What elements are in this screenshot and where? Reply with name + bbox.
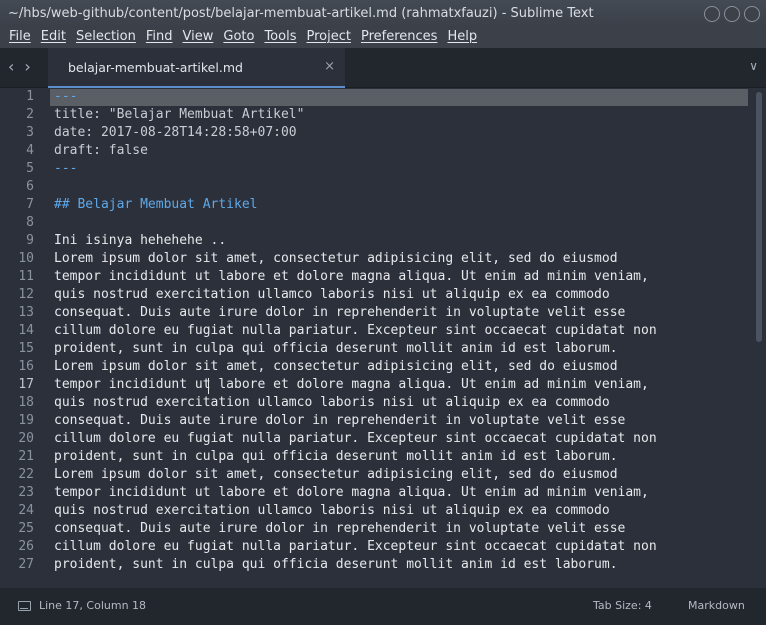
line-number: 17	[18, 377, 34, 392]
line-number: 3	[26, 125, 34, 140]
line-number: 7	[26, 197, 34, 212]
code-line: tempor incididunt ut labore et dolore ma…	[54, 377, 649, 392]
maximize-button[interactable]	[724, 6, 740, 22]
line-number: 14	[18, 323, 34, 338]
code-line: consequat. Duis aute irure dolor in repr…	[54, 413, 626, 428]
window-title: ~/hbs/web-github/content/post/belajar-me…	[8, 6, 594, 21]
close-icon[interactable]: ×	[324, 59, 335, 74]
code-line: quis nostrud exercitation ullamco labori…	[54, 287, 610, 302]
tab-belajar-membuat-artikel[interactable]: belajar-membuat-artikel.md ×	[48, 48, 345, 88]
code-line: tempor incididunt ut labore et dolore ma…	[54, 485, 649, 500]
line-number: 26	[18, 539, 34, 554]
tab-size-selector[interactable]: Tab Size: 4	[593, 599, 652, 612]
code-line: title: "Belajar Membuat Artikel"	[54, 107, 305, 122]
menu-project[interactable]: Project	[301, 28, 355, 48]
menu-preferences[interactable]: Preferences	[356, 28, 442, 48]
code-line: quis nostrud exercitation ullamco labori…	[54, 503, 610, 518]
line-number: 2	[26, 107, 34, 122]
line-number: 10	[18, 251, 34, 266]
menu-tools[interactable]: Tools	[259, 28, 301, 48]
close-window-button[interactable]	[744, 6, 760, 22]
line-number: 4	[26, 143, 34, 158]
menu-file[interactable]: File	[4, 28, 36, 48]
chevron-down-icon[interactable]: ∨	[749, 59, 758, 73]
line-number: 6	[26, 179, 34, 194]
menu-view[interactable]: View	[178, 28, 219, 48]
menu-selection[interactable]: Selection	[71, 28, 141, 48]
line-number: 1	[26, 89, 34, 104]
line-number: 9	[26, 233, 34, 248]
tab-bar: ‹ › belajar-membuat-artikel.md × ∨	[0, 48, 766, 88]
line-number: 21	[18, 449, 34, 464]
editor-pane[interactable]: 1 2 3 4 5 6 7 8 9 10 11 12 13 14 15 16 17 18 19 20 21 22 23 24 2…	[0, 88, 766, 588]
menu-goto[interactable]: Goto	[218, 28, 259, 48]
cursor-position: Line 17, Column 18	[39, 599, 147, 612]
code-line: proident, sunt in culpa qui officia dese…	[54, 557, 618, 572]
minimap-scrollbar[interactable]	[756, 92, 762, 342]
code-line: ---	[54, 89, 78, 104]
minimize-button[interactable]	[704, 6, 720, 22]
line-number: 19	[18, 413, 34, 428]
text-caret	[208, 378, 209, 394]
line-number: 20	[18, 431, 34, 446]
line-number: 11	[18, 269, 34, 284]
code-line: cillum dolore eu fugiat nulla pariatur. …	[54, 323, 657, 338]
code-line: cillum dolore eu fugiat nulla pariatur. …	[54, 431, 657, 446]
code-line: consequat. Duis aute irure dolor in repr…	[54, 521, 626, 536]
chevron-left-icon[interactable]: ‹	[8, 58, 14, 76]
menu-find[interactable]: Find	[141, 28, 178, 48]
code-line: proident, sunt in culpa qui officia dese…	[54, 449, 618, 464]
line-number: 5	[26, 161, 34, 176]
panel-toggle-icon[interactable]	[18, 601, 31, 611]
line-number: 18	[18, 395, 34, 410]
line-number: 27	[18, 557, 34, 572]
line-number: 25	[18, 521, 34, 536]
code-line: proident, sunt in culpa qui officia dese…	[54, 341, 618, 356]
menu-bar: File Edit Selection Find View Goto Tools…	[0, 28, 766, 48]
code-line: Lorem ipsum dolor sit amet, consectetur …	[54, 467, 618, 482]
code-line: cillum dolore eu fugiat nulla pariatur. …	[54, 539, 657, 554]
title-bar: ~/hbs/web-github/content/post/belajar-me…	[0, 0, 766, 28]
line-number: 16	[18, 359, 34, 374]
line-number: 23	[18, 485, 34, 500]
tab-label: belajar-membuat-artikel.md	[68, 60, 243, 75]
chevron-right-icon[interactable]: ›	[24, 58, 30, 76]
code-line: Lorem ipsum dolor sit amet, consectetur …	[54, 359, 618, 374]
line-number: 24	[18, 503, 34, 518]
code-line: quis nostrud exercitation ullamco labori…	[54, 395, 610, 410]
tab-navigation: ‹ ›	[8, 58, 31, 76]
code-line: ---	[54, 161, 78, 176]
code-line: tempor incididunt ut labore et dolore ma…	[54, 269, 649, 284]
menu-help[interactable]: Help	[442, 28, 482, 48]
line-number: 12	[18, 287, 34, 302]
line-number: 13	[18, 305, 34, 320]
code-line: Lorem ipsum dolor sit amet, consectetur …	[54, 251, 618, 266]
syntax-selector[interactable]: Markdown	[688, 599, 745, 612]
code-line: consequat. Duis aute irure dolor in repr…	[54, 305, 626, 320]
code-area[interactable]: --- title: "Belajar Membuat Artikel" date:…	[54, 88, 754, 574]
line-number-gutter: 1 2 3 4 5 6 7 8 9 10 11 12 13 14 15 16 17 18 19 20 21 22 23 24 2…	[0, 88, 44, 588]
line-number: 8	[26, 215, 34, 230]
status-bar: Line 17, Column 18 Tab Size: 4 Markdown	[0, 588, 766, 625]
code-line: ## Belajar Membuat Artikel	[54, 197, 258, 212]
line-number: 15	[18, 341, 34, 356]
code-line: draft: false	[54, 143, 148, 158]
menu-edit[interactable]: Edit	[36, 28, 71, 48]
window-controls	[704, 6, 760, 22]
line-number: 22	[18, 467, 34, 482]
code-line: Ini isinya hehehehe ..	[54, 233, 227, 248]
code-line: date: 2017-08-28T14:28:58+07:00	[54, 125, 297, 140]
